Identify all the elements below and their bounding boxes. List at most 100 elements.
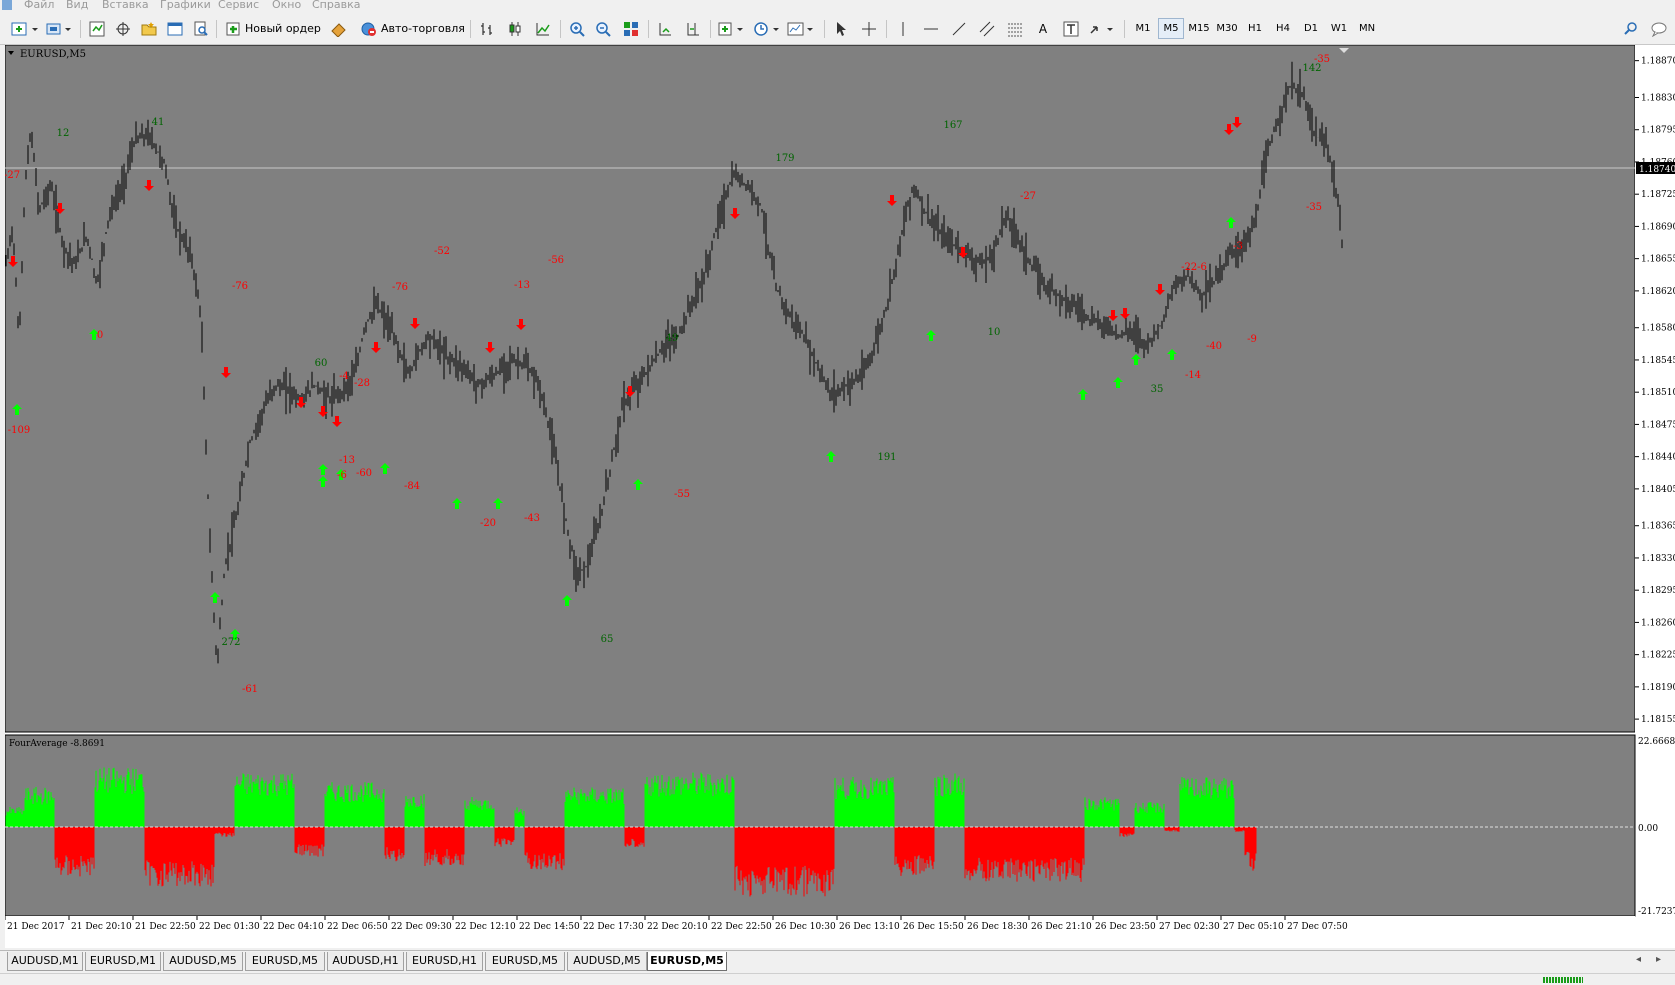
timeframe-d1[interactable]: D1	[1298, 18, 1324, 39]
chart-tab[interactable]: EURUSD,H1	[406, 952, 483, 971]
text-label-button[interactable]	[1060, 18, 1082, 39]
timeframe-m5[interactable]: M5	[1158, 18, 1184, 39]
chart-tab[interactable]: EURUSD,M1	[85, 952, 161, 971]
time-tick-label: 22 Dec 01:30	[199, 922, 260, 932]
price-tick-label: 1.18440	[1641, 453, 1675, 463]
signal-value-label: 272	[221, 637, 240, 648]
timeframe-w1[interactable]: W1	[1326, 18, 1352, 39]
price-axis[interactable]	[1635, 45, 1675, 948]
equidistant-channel-button[interactable]	[976, 18, 998, 39]
templates-button[interactable]	[786, 18, 818, 39]
chart-tab-active[interactable]: EURUSD,M5	[647, 952, 727, 971]
line-chart-icon	[536, 22, 550, 35]
auto-trading-button[interactable]: Авто-торговля	[356, 18, 469, 39]
zoom-out-button[interactable]	[592, 18, 614, 39]
trendline-button[interactable]	[948, 18, 970, 39]
horizontal-line-icon	[924, 28, 938, 29]
text-button[interactable]: A	[1032, 18, 1054, 39]
signal-value-label: 142	[1302, 63, 1321, 74]
time-tick-label: 22 Dec 14:50	[519, 922, 580, 932]
current-price-label: 1.18740	[1639, 165, 1675, 175]
data-window-button[interactable]	[112, 18, 134, 39]
fibonacci-button[interactable]	[1004, 18, 1026, 39]
menu-tools[interactable]: Сервис	[218, 0, 259, 11]
horizontal-line-button[interactable]	[920, 18, 942, 39]
price-tick-label: 1.18405	[1641, 485, 1675, 495]
menu-charts[interactable]: Графики	[160, 0, 211, 11]
tile-windows-icon	[624, 21, 638, 36]
new-chart-button[interactable]	[8, 18, 42, 39]
candlestick-button[interactable]	[504, 18, 526, 39]
profiles-button[interactable]	[44, 18, 76, 39]
chat-button[interactable]	[1648, 18, 1670, 39]
menu-help[interactable]: Справка	[312, 0, 360, 11]
tab-scroll-left-icon[interactable]: ◂	[1636, 954, 1641, 965]
menu-view[interactable]: Вид	[66, 0, 88, 11]
crosshair-button[interactable]	[858, 18, 880, 39]
price-tick-label: 1.18690	[1641, 222, 1675, 232]
line-chart-button[interactable]	[532, 18, 554, 39]
price-pane[interactable]	[5, 45, 1635, 732]
signal-value-label: -109	[8, 425, 30, 436]
navigator-button[interactable]	[138, 18, 160, 39]
market-watch-button[interactable]	[86, 18, 108, 39]
timeframe-m30[interactable]: M30	[1214, 18, 1240, 39]
tab-scroll-right-icon[interactable]: ▸	[1656, 954, 1661, 965]
chart-shift-button[interactable]	[682, 18, 704, 39]
time-tick-label: 27 Dec 07:50	[1287, 922, 1348, 932]
indicator-max-label: 22.6668	[1638, 737, 1675, 747]
periods-button[interactable]	[752, 18, 784, 39]
zoom-in-button[interactable]	[566, 18, 588, 39]
price-tick-label: 1.18295	[1641, 586, 1675, 596]
timeframe-m1[interactable]: M1	[1130, 18, 1156, 39]
time-tick-label: 27 Dec 05:10	[1223, 922, 1284, 932]
signal-value-label: 191	[877, 452, 896, 463]
auto-scroll-button[interactable]	[654, 18, 676, 39]
bar-chart-button[interactable]	[476, 18, 498, 39]
menu-file[interactable]: Файл	[24, 0, 54, 11]
timeframe-m15[interactable]: M15	[1186, 18, 1212, 39]
menu-window[interactable]: Окно	[272, 0, 301, 11]
chart-window[interactable]: 1.188701.188301.187951.187601.187251.186…	[4, 44, 1675, 948]
signal-value-label: -22-6	[1181, 262, 1207, 273]
chart-tab[interactable]: EURUSD,M5	[245, 952, 325, 971]
signal-value-label: 49	[666, 333, 679, 344]
connection-indicator-icon	[1543, 977, 1583, 983]
arrows-button[interactable]	[1088, 18, 1118, 39]
timeframe-mn[interactable]: MN	[1354, 18, 1380, 39]
indicators-icon	[718, 22, 743, 35]
chart-tab[interactable]: AUDUSD,H1	[327, 952, 404, 971]
new-order-button[interactable]: Новый ордер	[222, 18, 325, 39]
cursor-button[interactable]	[830, 18, 852, 39]
time-tick-label: 22 Dec 22:50	[711, 922, 772, 932]
indicators-button[interactable]	[716, 18, 748, 39]
chart-shift-icon	[687, 22, 699, 35]
signal-value-label: -76	[232, 281, 248, 292]
meta-editor-icon	[331, 22, 346, 37]
magnifier-doc-icon	[194, 21, 208, 36]
chart-canvas[interactable]: 1.188701.188301.187951.187601.187251.186…	[4, 44, 1675, 948]
crosshair-icon	[862, 21, 876, 36]
price-tick-label: 1.18870	[1641, 57, 1675, 67]
chart-tab[interactable]: AUDUSD,M1	[7, 952, 83, 971]
vertical-line-button[interactable]	[892, 18, 914, 39]
strategy-tester-button[interactable]	[190, 18, 212, 39]
cursor-arrow-icon	[837, 21, 846, 36]
terminal-button[interactable]	[164, 18, 186, 39]
time-axis[interactable]	[5, 916, 1635, 948]
folder-star-icon	[141, 21, 157, 35]
profiles-icon	[46, 23, 71, 34]
chart-tab[interactable]: AUDUSD,M5	[567, 952, 647, 971]
zoom-in-icon	[570, 21, 585, 37]
menu-insert[interactable]: Вставка	[102, 0, 149, 11]
signal-value-label: -14	[1185, 370, 1201, 381]
tile-windows-button[interactable]	[620, 18, 642, 39]
chart-tab[interactable]: AUDUSD,M5	[163, 952, 243, 971]
timeframe-h4[interactable]: H4	[1270, 18, 1296, 39]
time-tick-label: 21 Dec 20:10	[71, 922, 132, 932]
meta-editor-button[interactable]	[328, 18, 350, 39]
time-tick-label: 26 Dec 10:30	[775, 922, 836, 932]
chart-tab[interactable]: EURUSD,M5	[485, 952, 565, 971]
timeframe-h1[interactable]: H1	[1242, 18, 1268, 39]
search-button[interactable]	[1620, 18, 1642, 39]
